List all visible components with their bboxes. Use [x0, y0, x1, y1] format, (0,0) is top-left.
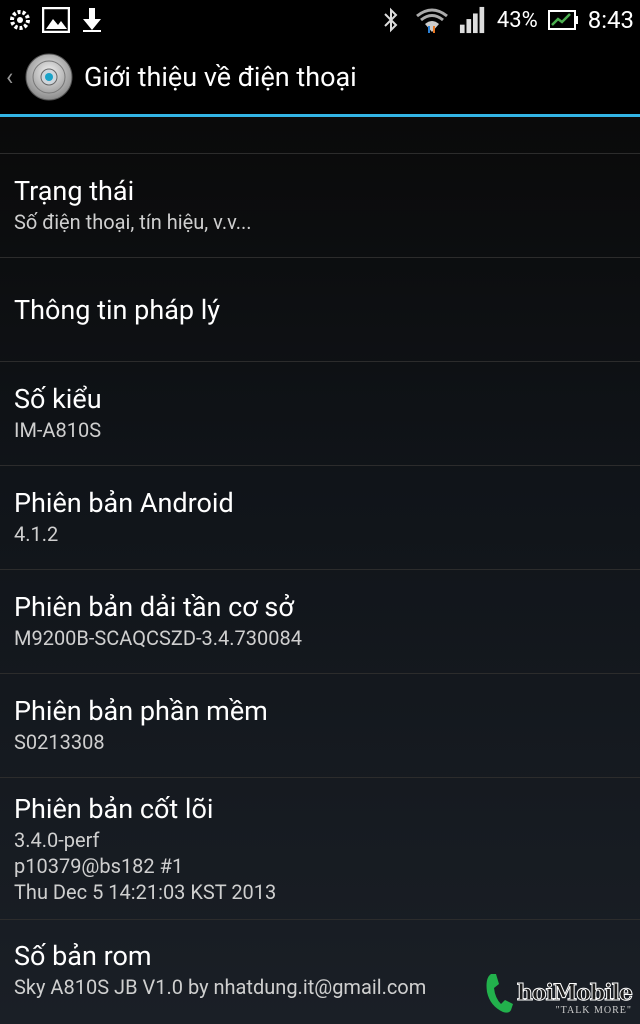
list-item-status[interactable]: Trạng thái Số điện thoại, tín hiệu, v.v.… [0, 154, 640, 258]
list-item-kernel-version[interactable]: Phiên bản cốt lõi 3.4.0-perf p10379@bs18… [0, 778, 640, 920]
image-notification-icon [42, 6, 70, 34]
item-summary: M9200B-SCAQCSZD-3.4.730084 [14, 626, 302, 650]
watermark-logo: hoiMobile "TALK MORE" [483, 970, 634, 1016]
watermark-tagline: "TALK MORE" [555, 1005, 632, 1016]
item-summary: 3.4.0-perf p10379@bs182 #1 Thu Dec 5 14:… [14, 828, 277, 904]
item-summary: 4.1.2 [14, 522, 59, 546]
settings-list: Trạng thái Số điện thoại, tín hiệu, v.v.… [0, 117, 640, 1024]
item-title: Số bản rom [14, 940, 152, 972]
item-summary: S0213308 [14, 730, 105, 754]
battery-icon [547, 6, 578, 34]
clock: 8:43 [587, 6, 634, 34]
settings-notification-icon [6, 6, 34, 34]
item-title: Phiên bản Android [14, 487, 234, 519]
wifi-icon [415, 6, 449, 34]
list-item-model-number[interactable]: Số kiểu IM-A810S [0, 362, 640, 466]
bluetooth-icon [377, 6, 405, 34]
list-item-baseband-version[interactable]: Phiên bản dải tần cơ sở M9200B-SCAQCSZD-… [0, 570, 640, 674]
up-caret-icon[interactable]: ‹ [6, 63, 20, 91]
item-title: Phiên bản phần mềm [14, 695, 268, 727]
item-title: Thông tin pháp lý [14, 293, 221, 326]
action-bar: ‹ Giới thiệu về điện thoại [0, 40, 640, 117]
list-item-android-version[interactable]: Phiên bản Android 4.1.2 [0, 466, 640, 570]
status-bar: 43% 8:43 [0, 0, 640, 40]
item-title: Trạng thái [14, 175, 135, 207]
list-item-software-version[interactable]: Phiên bản phần mềm S0213308 [0, 674, 640, 778]
settings-app-icon[interactable] [24, 52, 74, 102]
item-title: Phiên bản dải tần cơ sở [14, 591, 294, 623]
item-title: Phiên bản cốt lõi [14, 793, 214, 825]
page-title: Giới thiệu về điện thoại [84, 61, 357, 93]
item-summary: Số điện thoại, tín hiệu, v.v... [14, 210, 252, 234]
item-title: Số kiểu [14, 383, 102, 415]
phone-logo-icon [486, 974, 513, 1013]
signal-icon [459, 6, 487, 34]
list-item-partial[interactable] [0, 117, 640, 154]
download-icon [78, 6, 106, 34]
watermark-brand: hoiMobile [516, 980, 633, 1006]
item-summary: IM-A810S [14, 418, 102, 442]
battery-percent: 43% [496, 7, 538, 33]
list-item-legal-info[interactable]: Thông tin pháp lý [0, 258, 640, 362]
